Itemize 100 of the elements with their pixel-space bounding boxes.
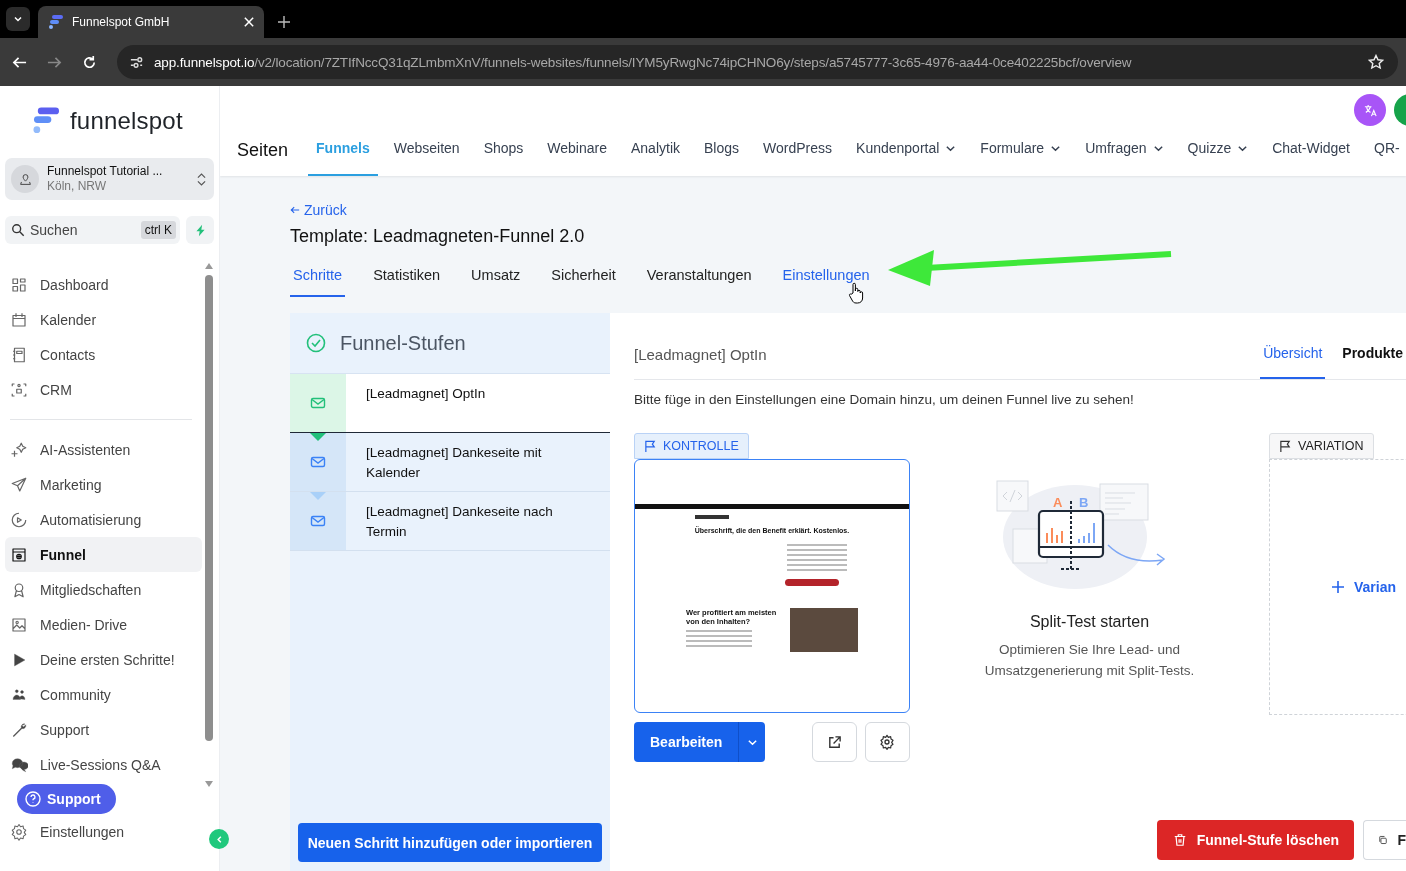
delete-step-button[interactable]: Funnel-Stufe löschen — [1156, 820, 1354, 860]
funnel-step[interactable]: [Leadmagnet] OptIn — [290, 374, 610, 433]
mail-icon — [310, 395, 326, 411]
close-icon[interactable] — [244, 17, 254, 27]
check-circle-icon — [306, 333, 326, 353]
section-title: Seiten — [237, 139, 289, 162]
sidebar-item[interactable]: Medien- Drive — [5, 607, 202, 642]
logo-text: funnelspot — [70, 107, 183, 135]
nav-tab[interactable]: Webinare — [539, 134, 615, 176]
sidebar-item[interactable]: Community — [5, 677, 202, 712]
account-location: Köln, NRW — [47, 179, 108, 194]
sidebar-item[interactable]: CRM — [5, 372, 202, 407]
page-tab[interactable]: Sicherheit — [548, 261, 619, 297]
page-tab[interactable]: Schritte — [290, 261, 346, 297]
sidebar-item[interactable]: Dashboard — [5, 267, 202, 302]
nav-tab[interactable]: Blogs — [696, 134, 748, 176]
page-tab[interactable]: Einstellungen — [779, 261, 873, 297]
back-link[interactable]: Zurück — [290, 202, 1406, 218]
flag-icon — [644, 439, 657, 453]
browser-tab[interactable]: Funnelspot GmbH — [38, 6, 264, 38]
settings-icon — [879, 734, 896, 750]
account-name: Funnelspot Tutorial ... — [47, 164, 164, 179]
menu-icon — [10, 475, 28, 494]
add-variant-link[interactable]: Varian — [1332, 579, 1397, 595]
menu-icon — [10, 440, 28, 459]
page-tab[interactable]: Statistiken — [370, 261, 444, 297]
plus-icon — [1332, 581, 1344, 593]
bookmark-star-icon[interactable] — [1368, 54, 1384, 70]
logo-mark — [695, 515, 729, 519]
sidebar-item[interactable]: Deine ersten Schritte! — [5, 642, 202, 677]
add-step-button[interactable]: Neuen Schritt hinzufügen oder importieren — [298, 823, 602, 862]
nav-tab[interactable]: WordPress — [755, 134, 841, 176]
nav-tab[interactable]: Analytik — [623, 134, 689, 176]
menu-icon — [10, 380, 28, 399]
panel-title: Funnel-Stufen — [340, 331, 466, 355]
funnel-step[interactable]: [Leadmagnet] Dankeseite nach Termin — [290, 492, 610, 551]
nav-tab[interactable]: Kundenportal — [848, 134, 965, 176]
trash-icon — [1172, 833, 1187, 847]
sidebar-item[interactable]: Einstellungen — [5, 818, 137, 846]
arrow-left-icon — [290, 205, 300, 215]
split-test-title: Split-Test starten — [1029, 613, 1150, 631]
url-text: app.funnelspot.io/v2/location/7ZTIfNccQ31qZLmbmXnV/funnels-websites/funnels/IYM5yRwgNc74ipCHNO6y/steps/a5745777-3c65-4976-aa44-0ce402225bcf/overview — [154, 54, 1133, 70]
page-tab[interactable]: Umsatz — [468, 261, 524, 297]
site-settings-icon[interactable] — [129, 54, 144, 70]
nav-tab[interactable]: Quizze — [1179, 134, 1257, 176]
reload-icon[interactable] — [82, 54, 97, 70]
nav-tab[interactable]: Shops — [475, 134, 532, 176]
hand-cursor-icon — [848, 282, 864, 304]
external-link-icon — [826, 734, 842, 750]
sidebar-item[interactable]: Mitgliedschaften — [5, 572, 202, 607]
settings-icon — [10, 823, 28, 841]
menu-icon — [10, 545, 28, 564]
domain-notice: Bitte füge in den Einstellungen eine Domain hinzu, um deinen Funnel live zu sehen! — [634, 392, 1135, 407]
sidebar-item[interactable]: Live-Sessions Q&A — [5, 747, 202, 782]
menu-icon — [10, 345, 28, 364]
variant-letter: B — [1078, 495, 1088, 510]
sidebar-item[interactable]: Automatisierung — [5, 502, 202, 537]
edit-split-button[interactable]: Bearbeiten — [634, 722, 766, 762]
mail-icon — [310, 513, 326, 529]
sidebar-item[interactable]: Marketing — [5, 467, 202, 502]
address-bar[interactable]: app.funnelspot.io/v2/location/7ZTIfNccQ31qZLmbmXnV/funnels-websites/funnels/IYM5yRwgNc74ipCHNO6y/steps/a5745777-3c65-4976-aa44-0ce402225bcf/overview — [117, 45, 1398, 79]
nav-tab[interactable]: Webseiten — [385, 134, 468, 176]
control-badge: KONTROLLE — [634, 433, 749, 459]
menu-icon — [10, 615, 28, 634]
support-button[interactable]: Support — [17, 784, 116, 814]
menu-icon — [10, 310, 28, 329]
nav-tab[interactable]: Formulare — [972, 134, 1070, 176]
scrollbar-thumb[interactable] — [205, 275, 213, 741]
menu-icon — [10, 275, 28, 294]
copy-button[interactable]: F — [1363, 820, 1406, 860]
tab-list-button[interactable] — [6, 7, 30, 31]
sidebar-item[interactable]: Support — [5, 712, 202, 747]
photo-placeholder — [790, 608, 858, 652]
tab-title: Funnelspot GmbH — [72, 15, 171, 29]
split-test-description: Optimieren Sie Ihre Lead- und Umsatzgenerierung mit Split-Tests. — [983, 641, 1196, 680]
chevron-updown-icon — [197, 171, 206, 187]
sidebar-item[interactable]: Kalender — [5, 302, 202, 337]
sidebar-item[interactable]: AI-Assistenten — [5, 432, 202, 467]
sidebar-item[interactable]: Contacts — [5, 337, 202, 372]
shortcut-hint: ctrl K — [140, 221, 176, 239]
menu-icon — [10, 720, 28, 739]
help-icon — [25, 791, 41, 807]
settings-button[interactable] — [864, 722, 910, 762]
page-tab[interactable]: Veranstaltungen — [643, 261, 755, 297]
nav-tab[interactable]: Umfragen — [1077, 134, 1172, 176]
sidebar-item[interactable]: Funnel — [5, 537, 202, 572]
translate-icon[interactable] — [1354, 94, 1386, 126]
nav-tab[interactable]: QR- — [1366, 134, 1406, 176]
mail-icon — [310, 454, 326, 470]
text-lines-drawing — [787, 544, 847, 571]
funnel-step[interactable]: [Leadmagnet] Dankeseite mit Kalender — [290, 433, 610, 492]
open-external-button[interactable] — [811, 722, 857, 762]
page-title: Template: Leadmagneten-Funnel 2.0 — [290, 226, 586, 247]
new-tab-icon[interactable] — [278, 16, 290, 28]
account-switcher[interactable]: Funnelspot Tutorial ... Köln, NRW — [5, 158, 214, 200]
detail-tab[interactable]: Übersicht — [1260, 345, 1326, 379]
copy-icon — [1378, 833, 1388, 847]
detail-tab[interactable]: Produkte — [1339, 345, 1406, 379]
step-connector-pointer — [310, 433, 326, 441]
nav-tab[interactable]: Chat-Widget — [1264, 134, 1358, 176]
